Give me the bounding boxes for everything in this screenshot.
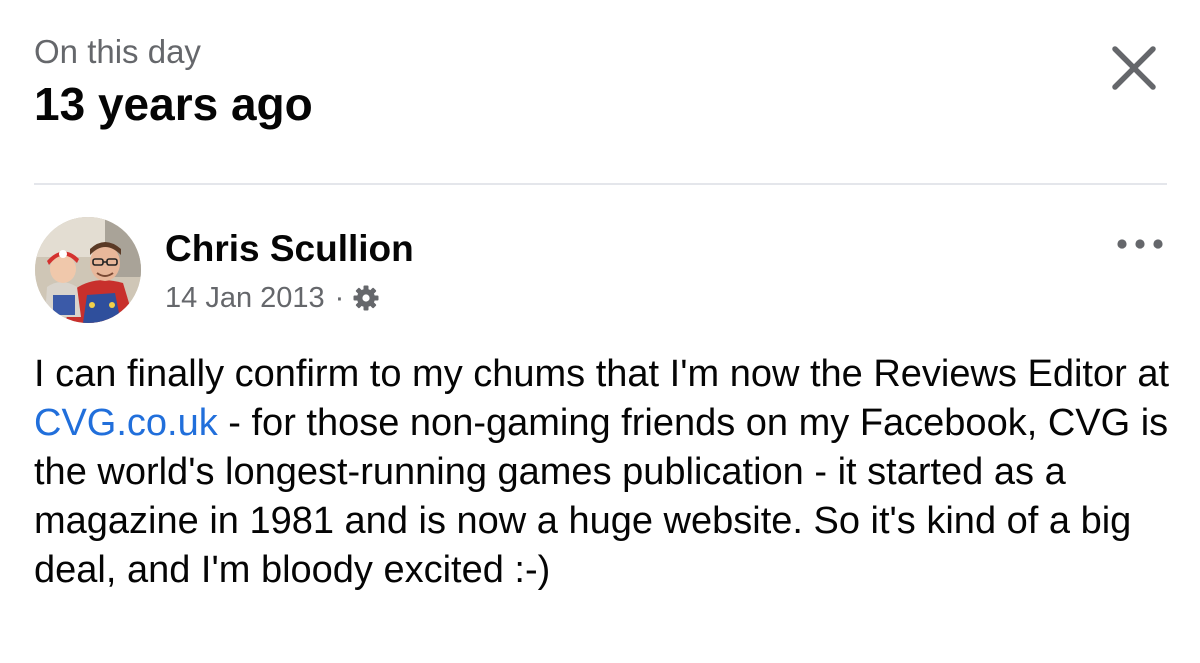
close-button[interactable] (1106, 40, 1162, 96)
post-body: I can finally confirm to my chums that I… (34, 350, 1174, 595)
post-options-button[interactable] (1110, 226, 1170, 262)
header-subtitle: On this day (34, 33, 201, 70)
header-divider (34, 183, 1167, 185)
post-meta: 14 Jan 2013 · (165, 279, 380, 317)
more-horizontal-icon (1117, 239, 1163, 249)
post-date[interactable]: 14 Jan 2013 (165, 279, 325, 317)
gear-icon (353, 285, 379, 311)
meta-separator: · (334, 282, 345, 314)
memories-header: On this day 13 years ago (34, 30, 313, 132)
post-author-name[interactable]: Chris Scullion (165, 225, 414, 273)
close-icon (1112, 46, 1156, 90)
header-title: 13 years ago (34, 78, 313, 130)
post-text-before-link: I can finally confirm to my chums that I… (34, 353, 1170, 395)
avatar[interactable] (35, 217, 141, 323)
post-link[interactable]: CVG.co.uk (34, 402, 218, 444)
